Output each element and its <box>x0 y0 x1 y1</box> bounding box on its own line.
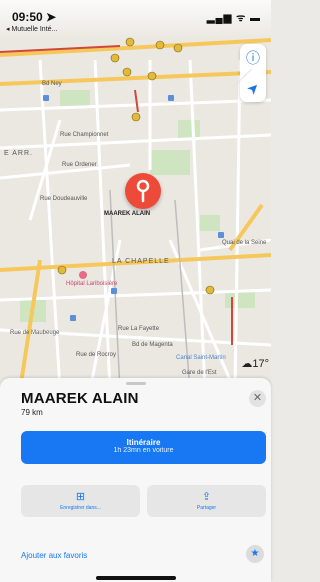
share-label: Partager <box>196 505 217 511</box>
street-label: Rue Championnet <box>60 132 109 138</box>
station-label: Gare de l'Est <box>182 370 217 376</box>
location-pin[interactable] <box>125 173 161 209</box>
back-to-app-link[interactable]: ◂ Mutuelle Inté... <box>6 25 57 33</box>
place-sheet: MAAREK ALAIN 79 km ✕ Itinéraire 1h 23mn … <box>0 378 271 582</box>
district-label: LA CHAPELLE <box>112 258 170 265</box>
star-icon[interactable]: ★ <box>246 545 264 563</box>
place-distance: 79 km <box>21 408 43 417</box>
share-icon: ⇪ <box>201 491 212 503</box>
weather-indicator: ☁17° <box>241 358 269 370</box>
canal-label: Canal Saint-Martin <box>176 355 226 361</box>
status-time: 09:50 ➤ <box>12 10 57 24</box>
save-to-label: Enregistrer dans... <box>60 505 101 511</box>
street-label: Rue La Fayette <box>118 326 160 332</box>
pin-label: MAAREK ALAIN <box>104 211 151 217</box>
share-button[interactable]: ⇪ Partager <box>147 485 266 517</box>
directions-button[interactable]: Itinéraire 1h 23mn en voiture <box>21 431 266 464</box>
pin-icon <box>136 179 150 203</box>
street-label: Quai de la Seine <box>222 240 267 246</box>
map-view[interactable]: Bd Ney Rue Championnet Rue Ordener Rue D… <box>0 0 271 390</box>
add-to-favorites-link[interactable]: Ajouter aux favoris <box>21 551 87 560</box>
status-bar: 09:50 ➤ ◂ Mutuelle Inté... ▂▄▆ ᯤ ▬ <box>0 0 271 40</box>
add-square-icon: ⊞ <box>75 491 86 503</box>
street-label: Bd Ney <box>42 81 62 87</box>
home-indicator[interactable] <box>96 576 176 580</box>
signal-wifi-battery-icons: ▂▄▆ ᯤ ▬ <box>206 13 261 24</box>
map-controls: ⓘ ➤ <box>233 44 271 108</box>
district-label: E ARR. <box>4 150 33 157</box>
close-button[interactable]: ✕ <box>249 390 266 407</box>
place-title: MAAREK ALAIN <box>21 390 139 407</box>
street-label: Rue Doudeauville <box>40 196 88 202</box>
street-label: Rue de Rocroy <box>76 352 117 358</box>
street-label: Bd de Magenta <box>132 342 173 348</box>
sheet-grabber[interactable] <box>126 382 146 385</box>
directions-label: Itinéraire <box>126 438 161 447</box>
directions-eta: 1h 23mn en voiture <box>113 447 174 454</box>
street-label: Rue de Maubeuge <box>10 330 60 336</box>
hospital-label: Hôpital Lariboisière <box>66 281 118 287</box>
street-label: Rue Ordener <box>62 162 97 168</box>
save-to-button[interactable]: ⊞ Enregistrer dans... <box>21 485 140 517</box>
